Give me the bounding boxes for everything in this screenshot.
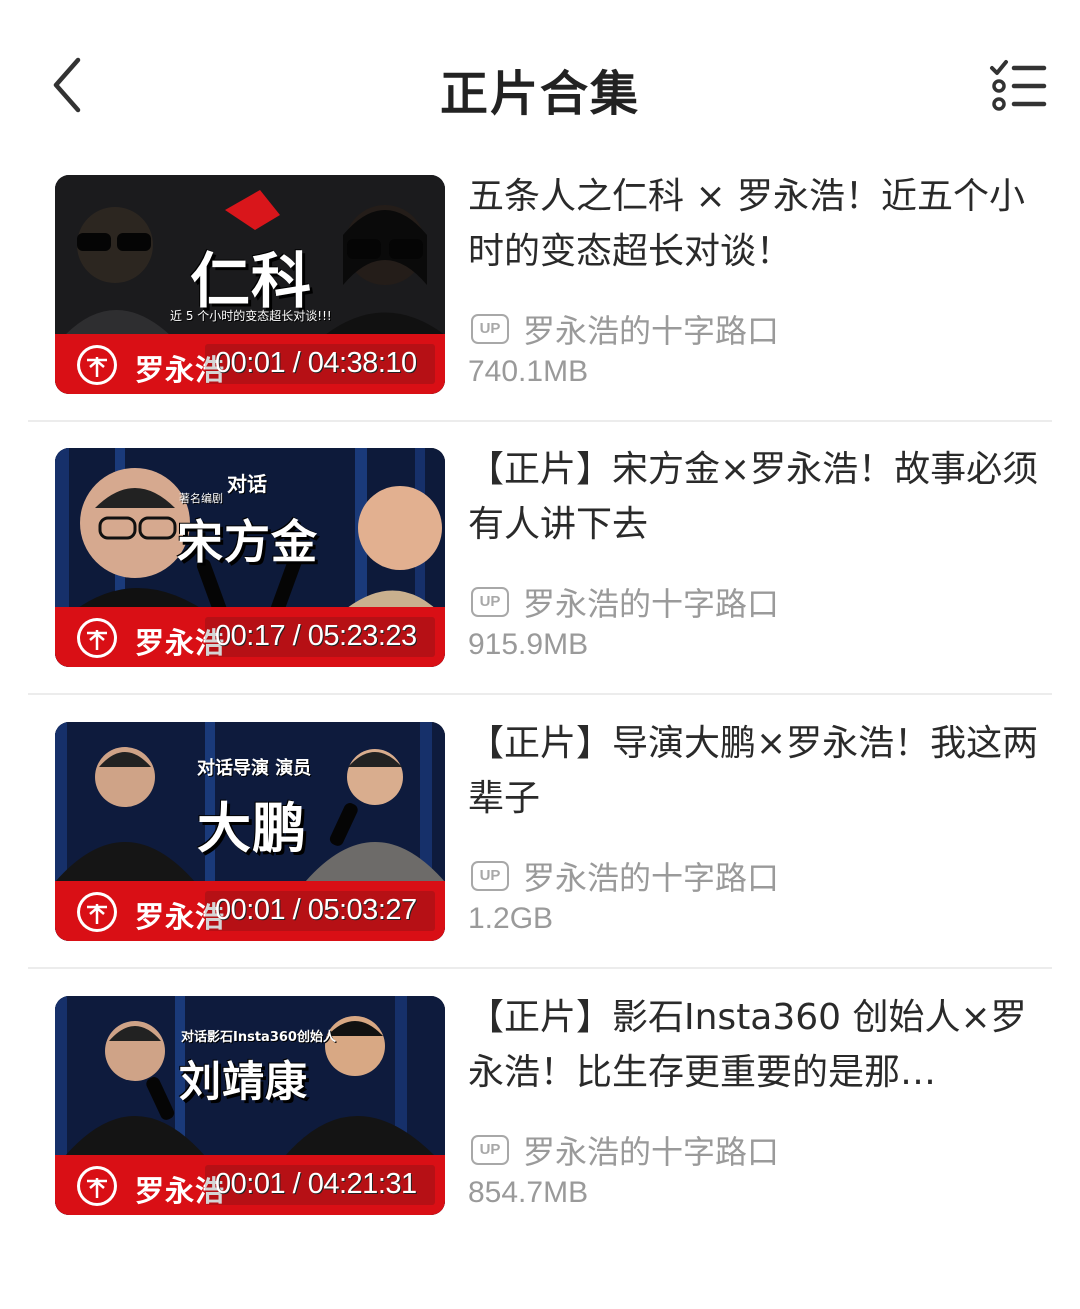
brand-banner: 罗永浩 00:01 / 04:21:31 [55,1155,445,1215]
thumbnail-headline: 宋方金 [177,515,318,569]
uploader-name: 罗永浩的十字路口 [523,312,780,350]
video-thumbnail[interactable]: 对话影石Insta360创始人 刘靖康 罗永浩 00:01 / 04:21:31 [55,996,445,1215]
brand-banner: 罗永浩 00:01 / 04:38:10 [55,334,445,394]
up-badge-icon: UP [471,1135,509,1165]
file-size: 854.7MB [468,1176,589,1209]
uploader[interactable]: UP 罗永浩的十字路口 [468,582,780,623]
file-size: 915.9MB [468,628,589,661]
video-thumbnail[interactable]: 对话 著名编剧 宋方金 罗永浩 00:17 / 05:23:23 [55,448,445,667]
video-info: 【正片】影石Insta360 创始人×罗永浩！比生存更重要的是那… UP 罗永浩… [468,996,1048,1209]
divider [28,967,1052,969]
thumbnail-subtitle: 近 5 个小时的变态超长对谈!!! [170,309,332,323]
channel-logo-icon [77,618,117,658]
channel-logo-icon [77,892,117,932]
video-info: 【正片】宋方金×罗永浩！故事必须有人讲下去 UP 罗永浩的十字路口 915.9M… [468,448,1048,661]
top-bar: 正片合集 [0,0,1080,170]
video-info: 五条人之仁科 × 罗永浩！近五个小时的变态超长对谈！ UP 罗永浩的十字路口 7… [468,175,1048,388]
video-duration: 00:01 / 04:21:31 [215,1168,417,1200]
video-title[interactable]: 【正片】导演大鹏×罗永浩！我这两辈子 [468,716,1048,826]
video-info: 【正片】导演大鹏×罗永浩！我这两辈子 UP 罗永浩的十字路口 1.2GB [468,722,1048,935]
channel-logo-icon [77,345,117,385]
video-item[interactable]: 对话 著名编剧 宋方金 罗永浩 00:17 / 05:23:23 【正片】宋方金… [0,448,1080,722]
brand-banner: 罗永浩 00:17 / 05:23:23 [55,607,445,667]
up-badge-icon: UP [471,861,509,891]
uploader[interactable]: UP 罗永浩的十字路口 [468,1130,780,1171]
divider [28,693,1052,695]
thumbnail-headline: 大鹏 [197,797,307,860]
video-item[interactable]: 仁科 近 5 个小时的变态超长对谈!!! 罗永浩 00:01 / 04:38:1… [0,175,1080,449]
video-duration: 00:17 / 05:23:23 [215,620,417,652]
video-thumbnail[interactable]: 仁科 近 5 个小时的变态超长对谈!!! 罗永浩 00:01 / 04:38:1… [55,175,445,394]
thumbnail-subtitle: 对话导演 演员 [197,758,312,779]
thumbnail-caption: 著名编剧 [179,492,223,505]
divider [28,420,1052,422]
up-badge-icon: UP [471,587,509,617]
uploader-name: 罗永浩的十字路口 [523,585,780,623]
checklist-icon [990,60,1047,111]
uploader-name: 罗永浩的十字路口 [523,1133,780,1171]
thumbnail-subtitle: 对话 [227,472,267,496]
file-size: 740.1MB [468,355,589,388]
video-duration: 00:01 / 04:38:10 [215,347,417,379]
video-title[interactable]: 【正片】宋方金×罗永浩！故事必须有人讲下去 [468,442,1048,552]
file-size: 1.2GB [468,902,554,935]
up-badge-icon: UP [471,314,509,344]
video-item[interactable]: 对话导演 演员 大鹏 罗永浩 00:01 / 05:03:27 【正片】导演大鹏… [0,722,1080,996]
video-title[interactable]: 五条人之仁科 × 罗永浩！近五个小时的变态超长对谈！ [468,169,1048,279]
video-title[interactable]: 【正片】影石Insta360 创始人×罗永浩！比生存更重要的是那… [468,990,1048,1100]
page-title: 正片合集 [439,66,640,122]
thumbnail-headline: 刘靖康 [179,1057,309,1106]
video-item[interactable]: 对话影石Insta360创始人 刘靖康 罗永浩 00:01 / 04:21:31… [0,996,1080,1270]
playlist-menu-button[interactable] [984,56,1050,116]
uploader-name: 罗永浩的十字路口 [523,859,780,897]
video-thumbnail[interactable]: 对话导演 演员 大鹏 罗永浩 00:01 / 05:03:27 [55,722,445,941]
brand-banner: 罗永浩 00:01 / 05:03:27 [55,881,445,941]
thumbnail-subtitle: 对话影石Insta360创始人 [181,1030,336,1045]
channel-logo-icon [77,1166,117,1206]
uploader[interactable]: UP 罗永浩的十字路口 [468,856,780,897]
uploader[interactable]: UP 罗永浩的十字路口 [468,309,780,350]
video-duration: 00:01 / 05:03:27 [215,894,417,926]
